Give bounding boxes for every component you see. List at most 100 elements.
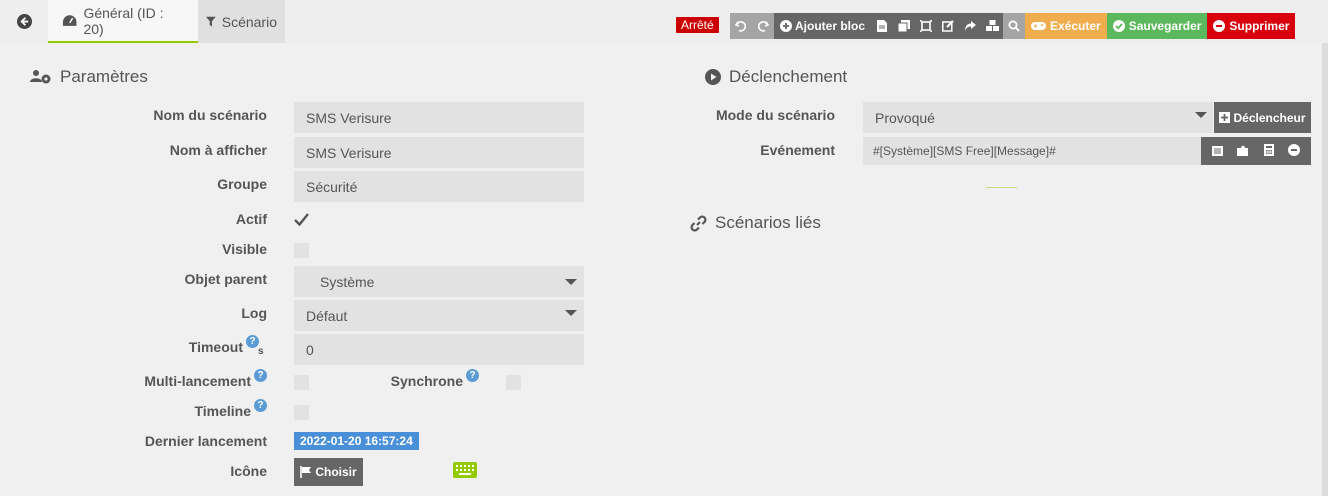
undo-icon [735, 21, 747, 32]
keyboard-icon[interactable] [453, 462, 477, 478]
parent-label: Objet parent [184, 271, 267, 287]
redo-icon [757, 21, 769, 32]
execute-label: Exécuter [1050, 19, 1101, 33]
plus-square-icon [1219, 112, 1231, 123]
log-select[interactable]: Défaut [294, 300, 584, 331]
copy-button[interactable] [893, 13, 916, 39]
visible-checkbox[interactable] [294, 243, 309, 258]
status-badge: Arrêté [676, 17, 719, 33]
add-block-button[interactable]: Ajouter bloc [774, 13, 872, 39]
top-bar: Général (ID : 20) Scénario Arrêté Ajoute… [0, 0, 1328, 43]
fullscreen-button[interactable] [915, 13, 938, 39]
timeout-input[interactable]: 0 [294, 334, 584, 365]
search-button[interactable] [1003, 13, 1026, 39]
name-input[interactable]: SMS Verisure [294, 102, 584, 133]
multi-launch-label: Multi-lancement [144, 373, 251, 389]
event-label: Evénement [760, 142, 835, 158]
execute-button[interactable]: Exécuter [1025, 13, 1107, 39]
toolbar: Ajouter bloc Exécuter Sauvegarder Suppri… [730, 13, 1296, 39]
file-button[interactable] [871, 13, 894, 39]
templates-button[interactable] [981, 13, 1004, 39]
undo-button[interactable] [730, 13, 752, 39]
params-title-text: Paramètres [60, 67, 148, 86]
synchronous-label: Synchrone [390, 373, 463, 389]
mode-select[interactable]: Provoqué [863, 102, 1213, 133]
dashboard-icon [62, 14, 77, 26]
log-select-value: Défaut [306, 307, 348, 324]
linked-title-text: Scénarios liés [715, 213, 821, 232]
choose-label: Choisir [315, 465, 357, 479]
delete-button[interactable]: Supprimer [1207, 13, 1296, 39]
users-cog-icon [30, 70, 51, 84]
share-icon [965, 21, 977, 31]
list-icon[interactable] [1212, 143, 1224, 159]
minus-circle-icon[interactable] [1287, 143, 1300, 159]
scrollbar[interactable] [1322, 43, 1328, 496]
active-checkbox[interactable] [294, 212, 309, 227]
calculator-icon[interactable] [1263, 143, 1274, 159]
add-trigger-label: Déclencheur [1233, 110, 1306, 125]
chevron-down-icon [1195, 112, 1207, 118]
save-label: Sauvegarder [1128, 19, 1202, 33]
help-icon[interactable]: ? [466, 369, 479, 382]
event-tools [1201, 137, 1311, 165]
event-input[interactable]: #[Système][SMS Free][Message]# [863, 137, 1201, 165]
parent-select[interactable]: Système [294, 266, 584, 297]
group-label: Groupe [217, 176, 267, 192]
chevron-down-icon [565, 310, 577, 316]
linked-title: Scénarios liés [690, 213, 821, 233]
minus-circle-icon [1213, 20, 1226, 32]
add-trigger-button[interactable]: Déclencheur [1214, 102, 1311, 133]
display-name-label: Nom à afficher [169, 142, 267, 158]
tab-general[interactable]: Général (ID : 20) [48, 0, 198, 43]
choose-icon-button[interactable]: Choisir [294, 458, 363, 486]
group-input[interactable]: Sécurité [294, 171, 584, 202]
multi-launch-checkbox[interactable] [294, 375, 309, 390]
timeline-checkbox[interactable] [294, 405, 309, 420]
tab-general-label: Général (ID : 20) [83, 4, 164, 37]
edit-icon [942, 20, 954, 32]
checkmark-icon [294, 213, 309, 227]
search-icon [1008, 20, 1020, 32]
help-icon[interactable]: ? [254, 369, 267, 382]
tab-scenario[interactable]: Scénario [198, 0, 285, 43]
arrow-left-circle-icon [16, 14, 32, 29]
edit-button[interactable] [937, 13, 960, 39]
timeline-label: Timeline [194, 403, 251, 419]
mode-label: Mode du scénario [715, 107, 835, 123]
params-title: Paramètres [30, 67, 148, 87]
link-icon [690, 214, 707, 232]
filter-icon [206, 16, 216, 26]
last-run-label: Dernier lancement [144, 433, 267, 449]
icon-label: Icône [230, 463, 267, 479]
delete-label: Supprimer [1229, 19, 1290, 33]
name-label: Nom du scénario [153, 107, 267, 123]
save-button[interactable]: Sauvegarder [1106, 13, 1208, 39]
trigger-title: Déclenchement [705, 67, 847, 87]
puzzle-icon[interactable] [1237, 143, 1249, 159]
chevron-down-icon [565, 279, 577, 285]
last-run-badge: 2022-01-20 16:57:24 [294, 432, 419, 450]
back-button[interactable] [0, 0, 48, 43]
synchronous-checkbox[interactable] [506, 375, 521, 390]
active-label: Actif [235, 211, 267, 227]
timeout-unit: s [258, 346, 264, 357]
visible-label: Visible [222, 241, 267, 257]
expand-icon [920, 20, 933, 32]
copy-icon [898, 20, 911, 32]
mode-select-value: Provoqué [875, 109, 935, 126]
flag-icon [300, 466, 312, 478]
plus-circle-icon [780, 20, 792, 32]
help-icon[interactable]: ? [254, 399, 267, 412]
file-icon [877, 20, 888, 32]
add-block-label: Ajouter bloc [795, 19, 866, 33]
redo-button[interactable] [752, 13, 774, 39]
share-button[interactable] [959, 13, 982, 39]
play-circle-icon [705, 69, 721, 85]
check-circle-icon [1112, 20, 1125, 32]
gamepad-icon [1031, 22, 1047, 30]
timeout-label: Timeout [188, 339, 243, 355]
display-name-input[interactable]: SMS Verisure [294, 137, 584, 168]
divider [986, 187, 1017, 188]
tab-scenario-label: Scénario [221, 13, 277, 30]
